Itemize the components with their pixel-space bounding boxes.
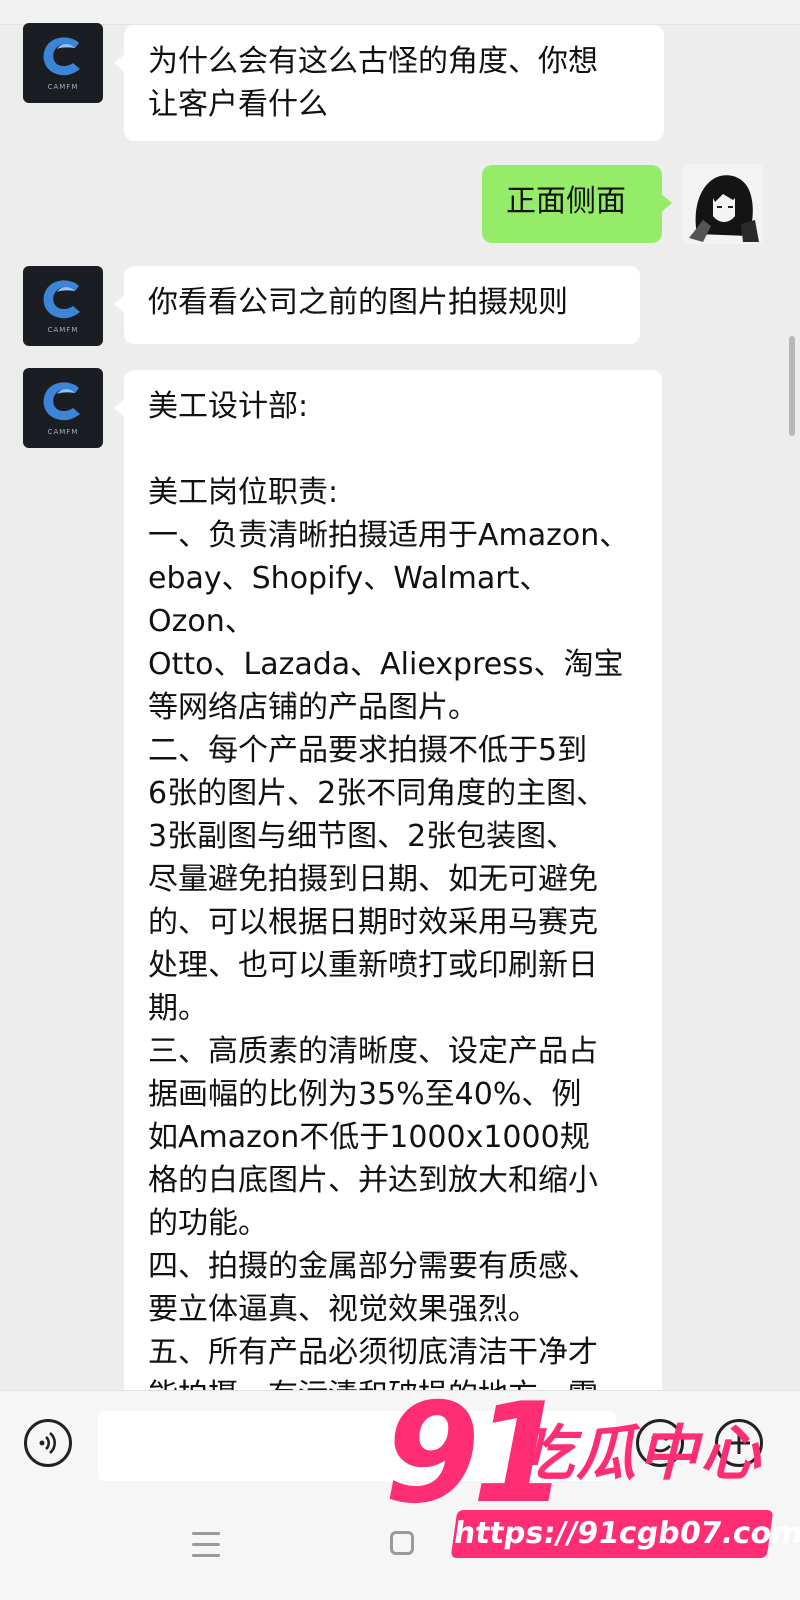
user-avatar[interactable] — [683, 164, 763, 244]
message-text: 为什么会有这么古怪的角度、你想 让客户看什么 — [148, 44, 598, 122]
contact-avatar[interactable]: CAMFM — [23, 266, 103, 346]
nav-home-button[interactable] — [390, 1531, 414, 1555]
input-bar — [0, 1390, 800, 1491]
c-logo-icon — [43, 280, 80, 319]
nav-menu-button[interactable] — [192, 1532, 220, 1558]
contact-avatar[interactable]: CAMFM — [23, 368, 103, 448]
message-bubble[interactable]: 你看看公司之前的图片拍摄规则 — [114, 266, 640, 344]
c-logo-icon — [43, 37, 80, 76]
emoji-button[interactable] — [636, 1419, 684, 1467]
anime-character-icon — [683, 164, 763, 244]
avatar-brand-text: CAMFM — [47, 83, 79, 91]
plus-button[interactable] — [715, 1419, 763, 1467]
message-bubble[interactable]: 美工设计部: 美工岗位职责: 一、负责清晰拍摄适用于Amazon、 ebay、S… — [114, 370, 662, 1390]
contact-avatar[interactable]: CAMFM — [23, 23, 103, 103]
message-text: 美工设计部: 美工岗位职责: 一、负责清晰拍摄适用于Amazon、 ebay、S… — [148, 389, 630, 1390]
message-text: 正面侧面 — [506, 184, 626, 219]
message-bubble[interactable]: 为什么会有这么古怪的角度、你想 让客户看什么 — [114, 25, 664, 141]
message-input[interactable] — [98, 1411, 616, 1481]
chat-area[interactable]: CAMFM 为什么会有这么古怪的角度、你想 让客户看什么 正面侧面 CAMFM … — [0, 0, 800, 1390]
system-nav-bar — [0, 1490, 800, 1600]
avatar-brand-text: CAMFM — [47, 428, 79, 436]
plus-icon — [728, 1432, 750, 1454]
avatar-brand-text: CAMFM — [47, 326, 79, 334]
emoji-icon — [649, 1435, 671, 1453]
voice-button[interactable] — [24, 1419, 72, 1467]
voice-icon — [39, 1432, 56, 1454]
c-logo-icon — [43, 382, 80, 421]
message-text: 你看看公司之前的图片拍摄规则 — [148, 285, 568, 320]
chat-scrollbar[interactable] — [789, 336, 795, 436]
message-bubble-self[interactable]: 正面侧面 — [482, 165, 672, 243]
